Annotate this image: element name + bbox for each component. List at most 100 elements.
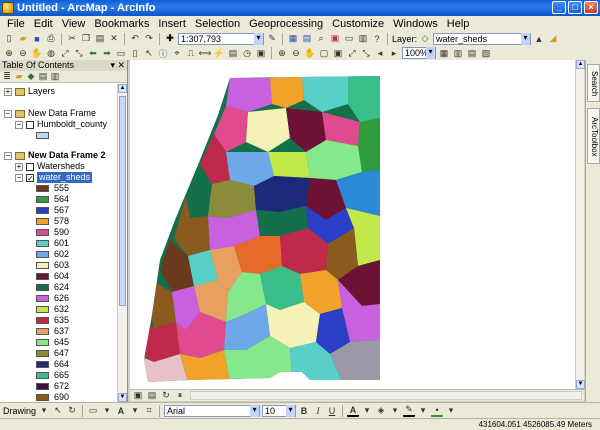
- legend-class-row[interactable]: 602: [36, 249, 69, 260]
- legend-class-row[interactable]: 590: [36, 227, 69, 238]
- collapse-icon[interactable]: −: [15, 173, 23, 182]
- text-icon[interactable]: A: [115, 405, 127, 417]
- zoom-whole-page-icon[interactable]: ▢: [318, 47, 330, 59]
- paste-icon[interactable]: ▤: [94, 33, 106, 45]
- table-icon[interactable]: ▦: [287, 33, 299, 45]
- collapse-icon[interactable]: −: [15, 120, 23, 129]
- toc-watersheds-row[interactable]: + Watersheds: [15, 161, 85, 172]
- editor-icon[interactable]: ✎: [266, 33, 278, 45]
- python-icon[interactable]: ▭: [343, 33, 355, 45]
- legend-color-swatch[interactable]: [36, 394, 49, 401]
- menu-selection[interactable]: Selection: [192, 18, 246, 30]
- legend-class-row[interactable]: 665: [36, 370, 69, 381]
- font-combo[interactable]: Arial: [164, 404, 261, 417]
- menu-file[interactable]: File: [4, 18, 31, 30]
- toc-humboldt-symbol[interactable]: [36, 130, 54, 141]
- chevron-down-icon[interactable]: ▾: [129, 405, 141, 417]
- legend-class-row[interactable]: 601: [36, 238, 69, 249]
- layer-visibility-checkbox[interactable]: [26, 120, 34, 129]
- watershed-region[interactable]: [268, 152, 310, 178]
- toggle-draft-icon[interactable]: ▦: [438, 47, 450, 59]
- map-scale-combo[interactable]: 1:307,793: [178, 32, 264, 45]
- fixed-zoom-in-icon[interactable]: ⤢: [59, 47, 71, 59]
- search-window-icon[interactable]: ⌕: [315, 33, 327, 45]
- swipe-icon[interactable]: ◢: [547, 33, 559, 45]
- layer-symbol-swatch[interactable]: [36, 132, 49, 139]
- expand-icon[interactable]: +: [15, 162, 23, 171]
- legend-class-row[interactable]: 645: [36, 337, 69, 348]
- toc-frame1-row[interactable]: − New Data Frame: [4, 108, 96, 119]
- scroll-thumb[interactable]: [119, 96, 126, 306]
- legend-class-row[interactable]: 672: [36, 381, 69, 392]
- toc-humboldt-row[interactable]: − Humboldt_county: [15, 119, 107, 130]
- fill-color-icon[interactable]: ◈: [375, 405, 387, 417]
- layer-combo[interactable]: water_sheds: [433, 32, 532, 45]
- legend-color-swatch[interactable]: [36, 372, 49, 379]
- chevron-down-icon[interactable]: ▾: [417, 405, 429, 417]
- toc-pin-close-icons[interactable]: ▾ ✕: [110, 60, 125, 71]
- expand-icon[interactable]: +: [4, 87, 12, 96]
- layer-visibility-checkbox-checked[interactable]: ✓: [26, 173, 34, 182]
- edit-vertices-icon[interactable]: ⌗: [143, 405, 155, 417]
- change-layout-icon[interactable]: ▤: [466, 47, 478, 59]
- marker-color-icon[interactable]: •: [431, 405, 444, 417]
- pause-drawing-icon[interactable]: ⏸: [174, 390, 186, 402]
- close-button[interactable]: ×: [584, 1, 598, 14]
- list-by-drawing-order-icon[interactable]: ≣: [2, 71, 12, 82]
- legend-class-row[interactable]: 637: [36, 326, 69, 337]
- legend-color-swatch[interactable]: [36, 383, 49, 390]
- chevron-down-icon[interactable]: ▾: [445, 405, 457, 417]
- menu-view[interactable]: View: [59, 18, 92, 30]
- save-icon[interactable]: ■: [31, 33, 43, 45]
- toc-water-sheds-row[interactable]: − ✓ water_sheds: [15, 172, 93, 183]
- back-icon[interactable]: ⬅: [87, 47, 99, 59]
- watershed-region[interactable]: [358, 118, 380, 172]
- bold-icon[interactable]: B: [298, 405, 310, 417]
- legend-class-row[interactable]: 647: [36, 348, 69, 359]
- legend-class-row[interactable]: 624: [36, 282, 69, 293]
- scroll-up-icon[interactable]: ▲: [118, 84, 127, 93]
- scroll-up-icon[interactable]: ▲: [576, 60, 585, 69]
- copy-icon[interactable]: ❐: [80, 33, 92, 45]
- chevron-down-icon[interactable]: ▾: [361, 405, 373, 417]
- legend-color-swatch[interactable]: [36, 185, 49, 192]
- drawing-menu[interactable]: Drawing: [3, 406, 36, 416]
- zoom-100-icon[interactable]: ▣: [332, 47, 344, 59]
- html-popup-icon[interactable]: ▤: [227, 47, 239, 59]
- catalog-icon[interactable]: ▤: [301, 33, 313, 45]
- collapse-icon[interactable]: −: [4, 151, 12, 160]
- layout-back-icon[interactable]: ◂: [374, 47, 386, 59]
- find-route-icon[interactable]: ⎍: [185, 47, 197, 59]
- watershed-polygons[interactable]: [130, 60, 390, 389]
- pan-icon[interactable]: ✋: [31, 47, 43, 59]
- menu-bookmarks[interactable]: Bookmarks: [91, 18, 155, 30]
- print-icon[interactable]: ⎙: [45, 33, 57, 45]
- legend-color-swatch[interactable]: [36, 207, 49, 214]
- legend-class-row[interactable]: 690: [36, 392, 69, 402]
- rectangle-icon[interactable]: ▭: [87, 405, 99, 417]
- legend-color-swatch[interactable]: [36, 218, 49, 225]
- map-vertical-scrollbar[interactable]: ▲ ▼: [575, 60, 585, 389]
- data-view-icon[interactable]: ▣: [132, 390, 144, 402]
- line-color-icon[interactable]: ✎: [403, 404, 416, 417]
- legend-color-swatch[interactable]: [36, 251, 49, 258]
- legend-color-swatch[interactable]: [36, 240, 49, 247]
- maximize-button[interactable]: □: [568, 1, 582, 14]
- select-features-icon[interactable]: ▭: [115, 47, 127, 59]
- undo-icon[interactable]: ↶: [129, 33, 141, 45]
- scroll-down-icon[interactable]: ▼: [118, 393, 127, 402]
- refresh-icon[interactable]: ↻: [160, 390, 172, 402]
- menu-help[interactable]: Help: [444, 18, 476, 30]
- open-icon[interactable]: ▰: [17, 33, 29, 45]
- fixed-zoom-out-icon[interactable]: ⤡: [73, 47, 85, 59]
- redo-icon[interactable]: ↷: [143, 33, 155, 45]
- arctoolbox-tab[interactable]: ArcToolbox: [587, 108, 600, 164]
- data-driven-pages-icon[interactable]: ▧: [480, 47, 492, 59]
- legend-class-row[interactable]: 664: [36, 359, 69, 370]
- legend-class-row[interactable]: 635: [36, 315, 69, 326]
- legend-color-swatch[interactable]: [36, 328, 49, 335]
- legend-color-swatch[interactable]: [36, 196, 49, 203]
- font-color-icon[interactable]: A: [347, 405, 360, 417]
- rotate-icon[interactable]: ↻: [66, 405, 78, 417]
- legend-class-row[interactable]: 603: [36, 260, 69, 271]
